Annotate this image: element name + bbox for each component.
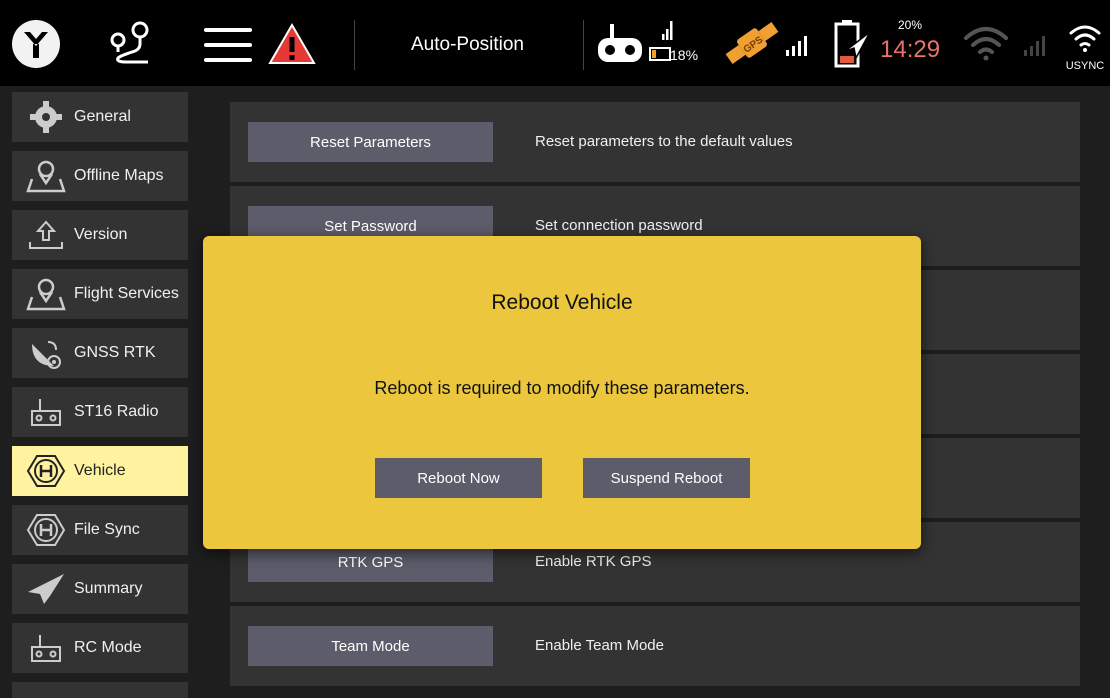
rc-controller-icon bbox=[596, 22, 644, 69]
clock: 14:29 bbox=[880, 36, 941, 63]
map-pin-icon bbox=[24, 158, 68, 194]
rc-battery-percent: 18% bbox=[670, 47, 699, 63]
map-pin-icon bbox=[24, 276, 68, 312]
vehicle-battery-percent: 20% bbox=[897, 18, 923, 32]
menu-icon[interactable] bbox=[204, 26, 252, 64]
sidebar-item-summary[interactable]: Summary bbox=[12, 564, 188, 614]
sidebar-item-label: Vehicle bbox=[74, 462, 126, 479]
sidebar-item-label: Summary bbox=[74, 580, 143, 597]
dialog-message: Reboot is required to modify these param… bbox=[374, 378, 750, 398]
toolbar-divider bbox=[354, 20, 355, 70]
paper-plane-icon bbox=[24, 571, 68, 607]
gps-satellite-icon: GPS bbox=[720, 18, 784, 73]
reboot-now-button[interactable]: Reboot Now bbox=[375, 458, 542, 498]
gear-icon bbox=[24, 99, 68, 135]
satellite-dish-icon bbox=[24, 335, 68, 371]
setting-description: Enable Team Mode bbox=[535, 637, 664, 654]
helipad-hexagon-icon bbox=[24, 453, 68, 489]
sidebar-item-label: General bbox=[74, 108, 131, 125]
sidebar-item-label: File Sync bbox=[74, 521, 140, 538]
gps-signal-icon bbox=[784, 36, 810, 63]
sidebar-item-flight-services[interactable]: Flight Services bbox=[12, 269, 188, 319]
helipad-hexagon-icon bbox=[24, 512, 68, 548]
sidebar-item-vehicle[interactable]: Vehicle bbox=[12, 446, 188, 496]
setting-row-team-mode: Team Mode Enable Team Mode bbox=[230, 606, 1080, 686]
plan-route-icon[interactable] bbox=[104, 18, 156, 75]
sidebar-item-label: RC Mode bbox=[74, 639, 142, 656]
flight-mode-selector[interactable]: Auto-Position bbox=[370, 34, 565, 56]
setting-description: Set connection password bbox=[535, 217, 703, 234]
sidebar-item-rc-mode[interactable]: RC Mode bbox=[12, 623, 188, 673]
sidebar-item-version[interactable]: Version bbox=[12, 210, 188, 260]
sidebar-item-gnss-rtk[interactable]: GNSS RTK bbox=[12, 328, 188, 378]
reset-parameters-button[interactable]: Reset Parameters bbox=[248, 122, 493, 162]
app-logo-icon[interactable] bbox=[12, 20, 60, 68]
team-mode-button[interactable]: Team Mode bbox=[248, 626, 493, 666]
setting-row-reset-parameters: Reset Parameters Reset parameters to the… bbox=[230, 102, 1080, 182]
top-toolbar: Auto-Position 18% GPS 20% 14:29 USYNC bbox=[0, 0, 1110, 86]
rc-battery-icon bbox=[648, 18, 674, 71]
sidebar-item-label: Flight Services bbox=[74, 285, 179, 302]
dialog-title: Reboot Vehicle bbox=[491, 291, 633, 314]
sidebar-item-label: Offline Maps bbox=[74, 167, 164, 184]
sidebar-item-general[interactable]: General bbox=[12, 92, 188, 142]
sidebar-item-label: Version bbox=[74, 226, 128, 243]
upload-arrow-icon bbox=[24, 217, 68, 253]
setting-description: Enable RTK GPS bbox=[535, 553, 652, 570]
usync-label: USYNC bbox=[1065, 60, 1105, 72]
sidebar-item-offline-maps[interactable]: Offline Maps bbox=[12, 151, 188, 201]
wifi-icon bbox=[962, 24, 1010, 69]
settings-sidebar: General Offline Maps Version Flight Serv… bbox=[0, 86, 200, 698]
rc-controller-icon bbox=[24, 630, 68, 666]
rc-controller-icon bbox=[24, 394, 68, 430]
warning-icon[interactable] bbox=[268, 22, 316, 71]
sidebar-item-label: GNSS RTK bbox=[74, 344, 156, 361]
sidebar-item-st16-radio[interactable]: ST16 Radio bbox=[12, 387, 188, 437]
setting-description: Reset parameters to the default values bbox=[535, 133, 793, 150]
wifi-signal-icon bbox=[1022, 36, 1048, 63]
reboot-vehicle-dialog: Reboot Vehicle Reboot is required to mod… bbox=[203, 236, 921, 549]
toolbar-divider bbox=[583, 20, 584, 70]
vehicle-battery-icon bbox=[830, 18, 872, 75]
usync-wifi-icon[interactable] bbox=[1068, 22, 1102, 59]
sidebar-item-file-sync[interactable]: File Sync bbox=[12, 505, 188, 555]
suspend-reboot-button[interactable]: Suspend Reboot bbox=[583, 458, 750, 498]
sidebar-item-partial[interactable] bbox=[12, 682, 188, 698]
sidebar-item-label: ST16 Radio bbox=[74, 403, 159, 420]
